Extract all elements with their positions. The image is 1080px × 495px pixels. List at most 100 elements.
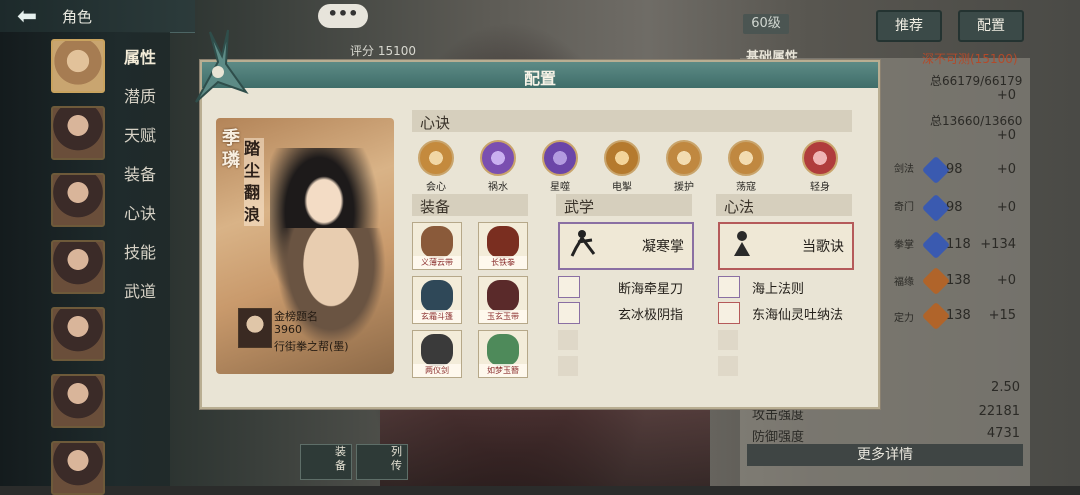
- chat-button[interactable]: •••: [318, 4, 368, 28]
- dialog-title: 配置: [523, 69, 556, 88]
- method-sub-icon[interactable]: [718, 276, 740, 298]
- heart-skill[interactable]: 电掣: [594, 140, 650, 193]
- skill-icon: [666, 140, 702, 176]
- stat-value: 98: [946, 200, 963, 215]
- config-dialog: 配置 季璘 踏尘翻浪 金榜题名 3960 行街拳之帮(墨) 心诀 会心 祸水 星…: [195, 29, 880, 409]
- character-avatar[interactable]: [51, 39, 105, 93]
- character-avatar[interactable]: [51, 441, 105, 495]
- equipment-name: 玄霜斗篷: [413, 310, 461, 323]
- method-sub-name: 海上法则: [752, 282, 805, 297]
- bio-tab-button[interactable]: 列传: [356, 444, 408, 480]
- method-figure-icon: [734, 231, 750, 256]
- score-text: 评分 15100: [350, 44, 416, 58]
- character-avatar[interactable]: [51, 106, 105, 160]
- equip-section-label: 装备: [420, 198, 451, 216]
- equipment-slot[interactable]: 义薄云带: [412, 222, 462, 270]
- empty-slot[interactable]: [718, 356, 738, 376]
- heart-skill[interactable]: 祸水: [470, 140, 526, 193]
- nav-item-martial-way[interactable]: 武道: [124, 278, 156, 302]
- equipment-slot[interactable]: 如梦玉簪: [478, 330, 528, 378]
- stat-value: 138: [946, 308, 971, 323]
- character-name: 季璘: [222, 128, 240, 171]
- attack-value: 22181: [978, 404, 1020, 419]
- skill-name: 会心: [426, 182, 446, 193]
- skill-name: 轻身: [810, 182, 830, 193]
- page-title: 角色: [62, 8, 93, 26]
- equipment-name: 玉玄玉带: [479, 310, 527, 323]
- owner-guild: 行街拳之帮(墨): [274, 340, 349, 353]
- defense-value: 4731: [986, 426, 1020, 441]
- equipment-slot[interactable]: 玉玄玉带: [478, 276, 528, 324]
- stat-name: 定力: [894, 313, 914, 324]
- stat-delta: +0: [996, 200, 1016, 215]
- skill-icon: [542, 140, 578, 176]
- martial-section-label: 武学: [564, 198, 595, 216]
- method-main-slot[interactable]: 当歌诀: [718, 222, 854, 270]
- back-button[interactable]: ⬅: [6, 3, 48, 29]
- portrait-face: [304, 176, 344, 226]
- skill-name: 星噬: [550, 182, 570, 193]
- stat-value: 98: [946, 162, 963, 177]
- equipment-slot[interactable]: 玄霜斗篷: [412, 276, 462, 324]
- skill-icon: [418, 140, 454, 176]
- equip-section-header: 装备: [412, 194, 528, 216]
- martial-section-header: 武学: [556, 194, 692, 216]
- hp-delta: +0: [996, 88, 1016, 103]
- heart-skill[interactable]: 援护: [656, 140, 712, 193]
- stat-name: 剑法: [894, 164, 914, 175]
- martial-sub-icon[interactable]: [558, 302, 580, 324]
- ornament-icon: [195, 29, 249, 103]
- method-sub-icon[interactable]: [718, 302, 740, 324]
- arrow-left-icon: ⬅: [16, 2, 38, 30]
- defense-label: 防御强度: [752, 430, 805, 445]
- stat-delta: +134: [980, 237, 1016, 252]
- equipment-icon: [487, 280, 519, 312]
- nav-item-skills[interactable]: 技能: [124, 239, 156, 263]
- mp-delta: +0: [996, 128, 1016, 143]
- heart-skill[interactable]: 会心: [408, 140, 464, 193]
- sidebar: 属性 潜质 天赋 装备 心诀 技能 武道: [0, 32, 170, 495]
- empty-slot[interactable]: [718, 330, 738, 350]
- stat-name: 奇门: [894, 202, 914, 213]
- equipment-name: 两仪剑: [413, 364, 461, 377]
- more-details-button[interactable]: 更多详情: [747, 444, 1023, 466]
- character-avatar[interactable]: [51, 240, 105, 294]
- skill-name: 援护: [674, 182, 694, 193]
- stat-value: 118: [946, 237, 971, 252]
- empty-slot[interactable]: [558, 330, 578, 350]
- nav-item-equipment[interactable]: 装备: [124, 161, 156, 185]
- character-portrait: 季璘 踏尘翻浪 金榜题名 3960 行街拳之帮(墨): [216, 118, 394, 374]
- nav-item-talent[interactable]: 天赋: [124, 122, 156, 146]
- equipment-name: 长铁拳: [479, 256, 527, 269]
- heart-section-label: 心诀: [420, 114, 451, 132]
- equipment-slot[interactable]: 两仪剑: [412, 330, 462, 378]
- character-avatar[interactable]: [51, 374, 105, 428]
- skill-icon: [604, 140, 640, 176]
- martial-main-slot[interactable]: 凝寒掌: [558, 222, 694, 270]
- nav-item-attributes[interactable]: 属性: [124, 44, 156, 68]
- heart-skill[interactable]: 荡寇: [718, 140, 774, 193]
- heart-skill[interactable]: 轻身: [792, 140, 848, 193]
- hp-text: 总66179/66179: [930, 74, 1023, 88]
- stat-delta: +15: [988, 308, 1016, 323]
- empty-slot[interactable]: [558, 356, 578, 376]
- stat-value: 138: [946, 273, 971, 288]
- nav-item-potential[interactable]: 潜质: [124, 83, 156, 107]
- character-avatar[interactable]: [51, 173, 105, 227]
- skill-icon: [480, 140, 516, 176]
- skill-icon: [802, 140, 838, 176]
- equipment-slot[interactable]: 长铁拳: [478, 222, 528, 270]
- martial-sub-icon[interactable]: [558, 276, 580, 298]
- skill-name: 祸水: [488, 182, 508, 193]
- method-section-header: 心法: [716, 194, 852, 216]
- skill-name: 电掣: [612, 182, 632, 193]
- equipment-name: 如梦玉簪: [479, 364, 527, 377]
- owner-score: 3960: [274, 323, 302, 336]
- method-section-label: 心法: [724, 198, 755, 216]
- heart-skill[interactable]: 星噬: [532, 140, 588, 193]
- equip-tab-button[interactable]: 装备: [300, 444, 352, 480]
- recommend-button[interactable]: 推荐: [876, 10, 942, 42]
- nav-item-heart[interactable]: 心诀: [124, 200, 156, 224]
- character-avatar[interactable]: [51, 307, 105, 361]
- config-button[interactable]: 配置: [958, 10, 1024, 42]
